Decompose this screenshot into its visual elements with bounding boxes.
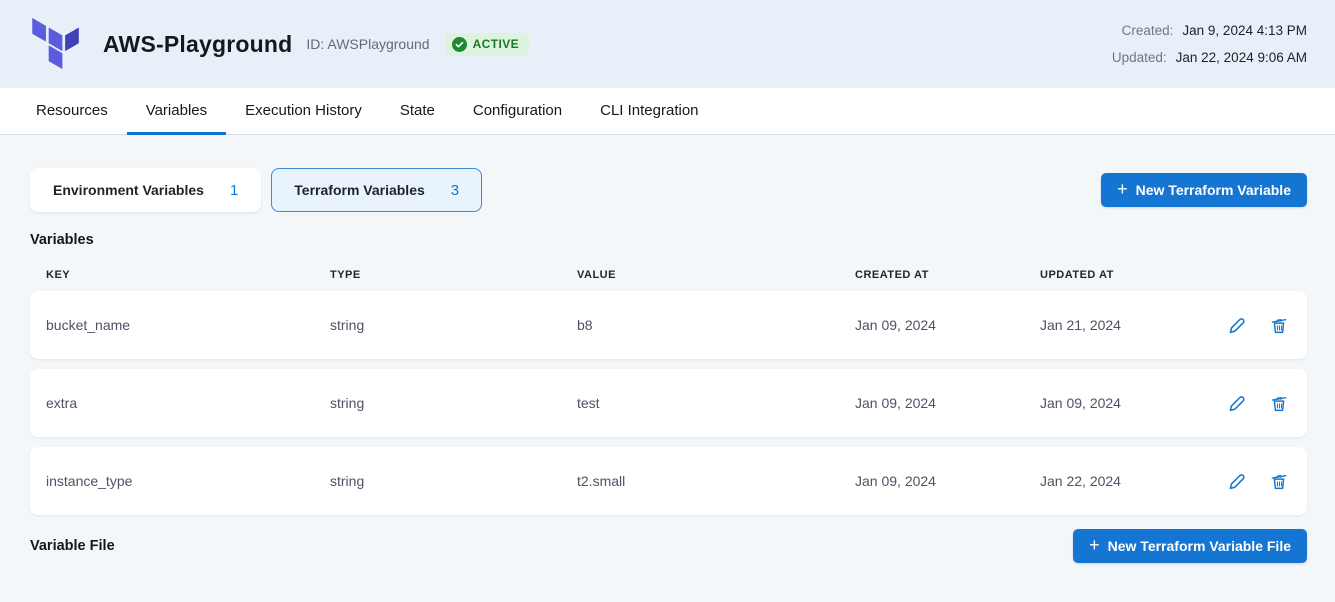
subtab-environment-variables[interactable]: Environment Variables 1 — [30, 168, 261, 212]
table-row-bucket-name: bucket_name string b8 Jan 09, 2024 Jan 2… — [30, 291, 1307, 359]
cell-key: extra — [46, 395, 330, 411]
row-actions — [1199, 313, 1291, 337]
edit-variable-button[interactable] — [1225, 313, 1249, 337]
updated-label: Updated: — [1112, 50, 1167, 65]
new-terraform-variable-label: New Terraform Variable — [1136, 182, 1291, 198]
terraform-logo-icon — [32, 18, 81, 70]
cell-updated-at: Jan 21, 2024 — [1040, 317, 1199, 333]
header-dates: Created: Jan 9, 2024 4:13 PM Updated: Jan … — [1112, 17, 1307, 71]
cell-created-at: Jan 09, 2024 — [855, 317, 1040, 333]
status-badge-label: ACTIVE — [473, 37, 519, 51]
tab-execution-history[interactable]: Execution History — [226, 88, 381, 135]
cell-key: bucket_name — [46, 317, 330, 333]
pencil-icon — [1226, 392, 1248, 414]
table-row-instance-type: instance_type string t2.small Jan 09, 20… — [30, 447, 1307, 515]
variables-toolbar: Environment Variables 1 Terraform Variab… — [30, 168, 1307, 212]
column-header-updated-at: UPDATED AT — [1040, 269, 1199, 281]
delete-variable-button[interactable] — [1267, 469, 1291, 493]
trash-icon — [1268, 314, 1290, 336]
subtab-environment-variables-count: 1 — [230, 182, 238, 199]
cell-type: string — [330, 473, 577, 489]
tab-configuration[interactable]: Configuration — [454, 88, 581, 135]
cell-type: string — [330, 395, 577, 411]
table-row-extra: extra string test Jan 09, 2024 Jan 09, 2… — [30, 369, 1307, 437]
variables-section-title: Variables — [30, 232, 1307, 248]
row-actions — [1199, 391, 1291, 415]
variable-file-title: Variable File — [30, 538, 115, 554]
column-header-created-at: CREATED AT — [855, 269, 1040, 281]
cell-created-at: Jan 09, 2024 — [855, 473, 1040, 489]
subtab-terraform-variables[interactable]: Terraform Variables 3 — [271, 168, 482, 212]
cell-value: test — [577, 395, 855, 411]
new-terraform-variable-file-button[interactable]: + New Terraform Variable File — [1073, 529, 1307, 563]
new-terraform-variable-file-label: New Terraform Variable File — [1108, 538, 1291, 554]
delete-variable-button[interactable] — [1267, 391, 1291, 415]
cell-type: string — [330, 317, 577, 333]
new-terraform-variable-button[interactable]: + New Terraform Variable — [1101, 173, 1307, 207]
tab-resources[interactable]: Resources — [17, 88, 127, 135]
pencil-icon — [1226, 470, 1248, 492]
subtab-environment-variables-label: Environment Variables — [53, 182, 204, 198]
edit-variable-button[interactable] — [1225, 469, 1249, 493]
trash-icon — [1268, 392, 1290, 414]
cell-updated-at: Jan 22, 2024 — [1040, 473, 1199, 489]
updated-date-line: Updated: Jan 22, 2024 9:06 AM — [1112, 44, 1307, 71]
created-date-line: Created: Jan 9, 2024 4:13 PM — [1112, 17, 1307, 44]
edit-variable-button[interactable] — [1225, 391, 1249, 415]
row-actions — [1199, 469, 1291, 493]
variable-type-subtabs: Environment Variables 1 Terraform Variab… — [30, 168, 482, 212]
created-value: Jan 9, 2024 4:13 PM — [1182, 23, 1307, 38]
column-header-type: TYPE — [330, 269, 577, 281]
created-label: Created: — [1122, 23, 1174, 38]
plus-icon: + — [1117, 180, 1128, 198]
pencil-icon — [1226, 314, 1248, 336]
delete-variable-button[interactable] — [1267, 313, 1291, 337]
environment-id: ID: AWSPlayground — [306, 36, 429, 52]
column-header-value: VALUE — [577, 269, 855, 281]
subtab-terraform-variables-count: 3 — [451, 182, 459, 199]
cell-value: b8 — [577, 317, 855, 333]
updated-value: Jan 22, 2024 9:06 AM — [1176, 50, 1307, 65]
cell-updated-at: Jan 09, 2024 — [1040, 395, 1199, 411]
tab-cli-integration[interactable]: CLI Integration — [581, 88, 717, 135]
trash-icon — [1268, 470, 1290, 492]
variables-table-header: KEY TYPE VALUE CREATED AT UPDATED AT — [30, 269, 1307, 281]
variables-content: Environment Variables 1 Terraform Variab… — [0, 135, 1335, 563]
cell-key: instance_type — [46, 473, 330, 489]
column-header-key: KEY — [46, 269, 330, 281]
check-circle-icon — [452, 37, 467, 52]
variable-file-section: Variable File + New Terraform Variable F… — [30, 529, 1307, 563]
plus-icon: + — [1089, 536, 1100, 554]
tab-bar: Resources Variables Execution History St… — [0, 88, 1335, 135]
status-badge: ACTIVE — [446, 33, 529, 56]
cell-value: t2.small — [577, 473, 855, 489]
subtab-terraform-variables-label: Terraform Variables — [294, 182, 424, 198]
page-title: AWS-Playground — [103, 31, 292, 58]
tab-variables[interactable]: Variables — [127, 88, 226, 135]
tab-state[interactable]: State — [381, 88, 454, 135]
cell-created-at: Jan 09, 2024 — [855, 395, 1040, 411]
environment-header: AWS-Playground ID: AWSPlayground ACTIVE … — [0, 0, 1335, 88]
